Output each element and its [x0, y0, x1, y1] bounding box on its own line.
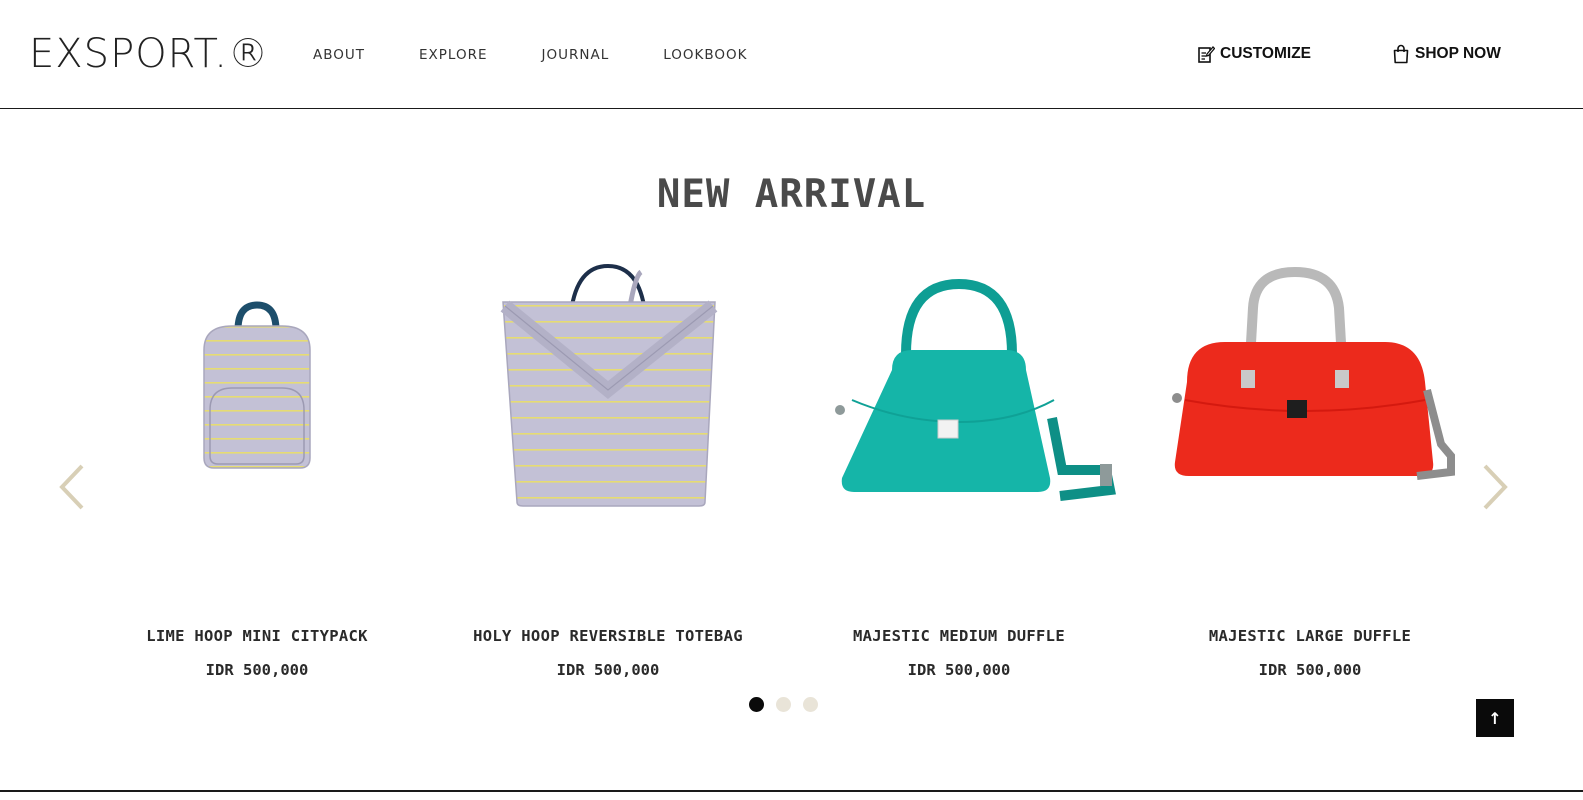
customize-button[interactable]: CUSTOMIZE [1197, 44, 1311, 64]
product-image-backpack[interactable] [92, 250, 422, 580]
carousel-next-button[interactable] [1479, 462, 1511, 512]
shop-now-button[interactable]: SHOP NOW [1392, 44, 1501, 64]
product-price: IDR 500,000 [205, 661, 309, 679]
product-image-medium-duffle[interactable] [794, 250, 1124, 580]
product-card[interactable]: MAJESTIC MEDIUM DUFFLE IDR 500,000 [794, 250, 1124, 690]
product-name[interactable]: LIME HOOP MINI CITYPACK [92, 627, 422, 645]
edit-note-icon [1197, 44, 1216, 64]
product-price: IDR 500,000 [907, 661, 1011, 679]
product-card[interactable]: HOLY HOOP REVERSIBLE TOTEBAG IDR 500,000 [443, 250, 773, 690]
site-header: EXSPORT.® ABOUT EXPLORE JOURNAL LOOKBOOK… [0, 0, 1583, 109]
product-name[interactable]: MAJESTIC LARGE DUFFLE [1145, 627, 1475, 645]
product-card[interactable]: MAJESTIC LARGE DUFFLE IDR 500,000 [1145, 250, 1475, 690]
back-to-top-button[interactable]: ↑ [1476, 699, 1514, 737]
product-name[interactable]: HOLY HOOP REVERSIBLE TOTEBAG [443, 627, 773, 645]
carousel-dot-2[interactable] [776, 697, 791, 712]
section-title: NEW ARRIVAL [656, 172, 927, 217]
product-price: IDR 500,000 [1258, 661, 1362, 679]
carousel-prev-button[interactable] [56, 462, 88, 512]
product-price: IDR 500,000 [556, 661, 660, 679]
shop-now-label: SHOP NOW [1415, 45, 1501, 62]
carousel-dot-1[interactable] [749, 697, 764, 712]
nav-about[interactable]: ABOUT [313, 46, 365, 64]
nav-journal[interactable]: JOURNAL [542, 46, 610, 64]
nav-lookbook[interactable]: LOOKBOOK [663, 46, 747, 64]
product-card[interactable]: LIME HOOP MINI CITYPACK IDR 500,000 [92, 250, 422, 690]
main-nav: ABOUT EXPLORE JOURNAL LOOKBOOK [313, 46, 802, 64]
brand-logo[interactable]: EXSPORT.® [29, 32, 269, 76]
chevron-right-icon [1483, 464, 1508, 510]
carousel-dot-3[interactable] [803, 697, 818, 712]
shopping-bag-icon [1392, 44, 1410, 64]
carousel-pagination [749, 697, 830, 712]
nav-explore[interactable]: EXPLORE [419, 46, 488, 64]
chevron-left-icon [59, 464, 84, 510]
customize-label: CUSTOMIZE [1220, 45, 1311, 62]
product-image-totebag[interactable] [443, 250, 773, 580]
product-image-large-duffle[interactable] [1145, 250, 1475, 580]
footer-divider [0, 790, 1583, 792]
arrow-up-icon: ↑ [1488, 708, 1502, 728]
product-name[interactable]: MAJESTIC MEDIUM DUFFLE [794, 627, 1124, 645]
